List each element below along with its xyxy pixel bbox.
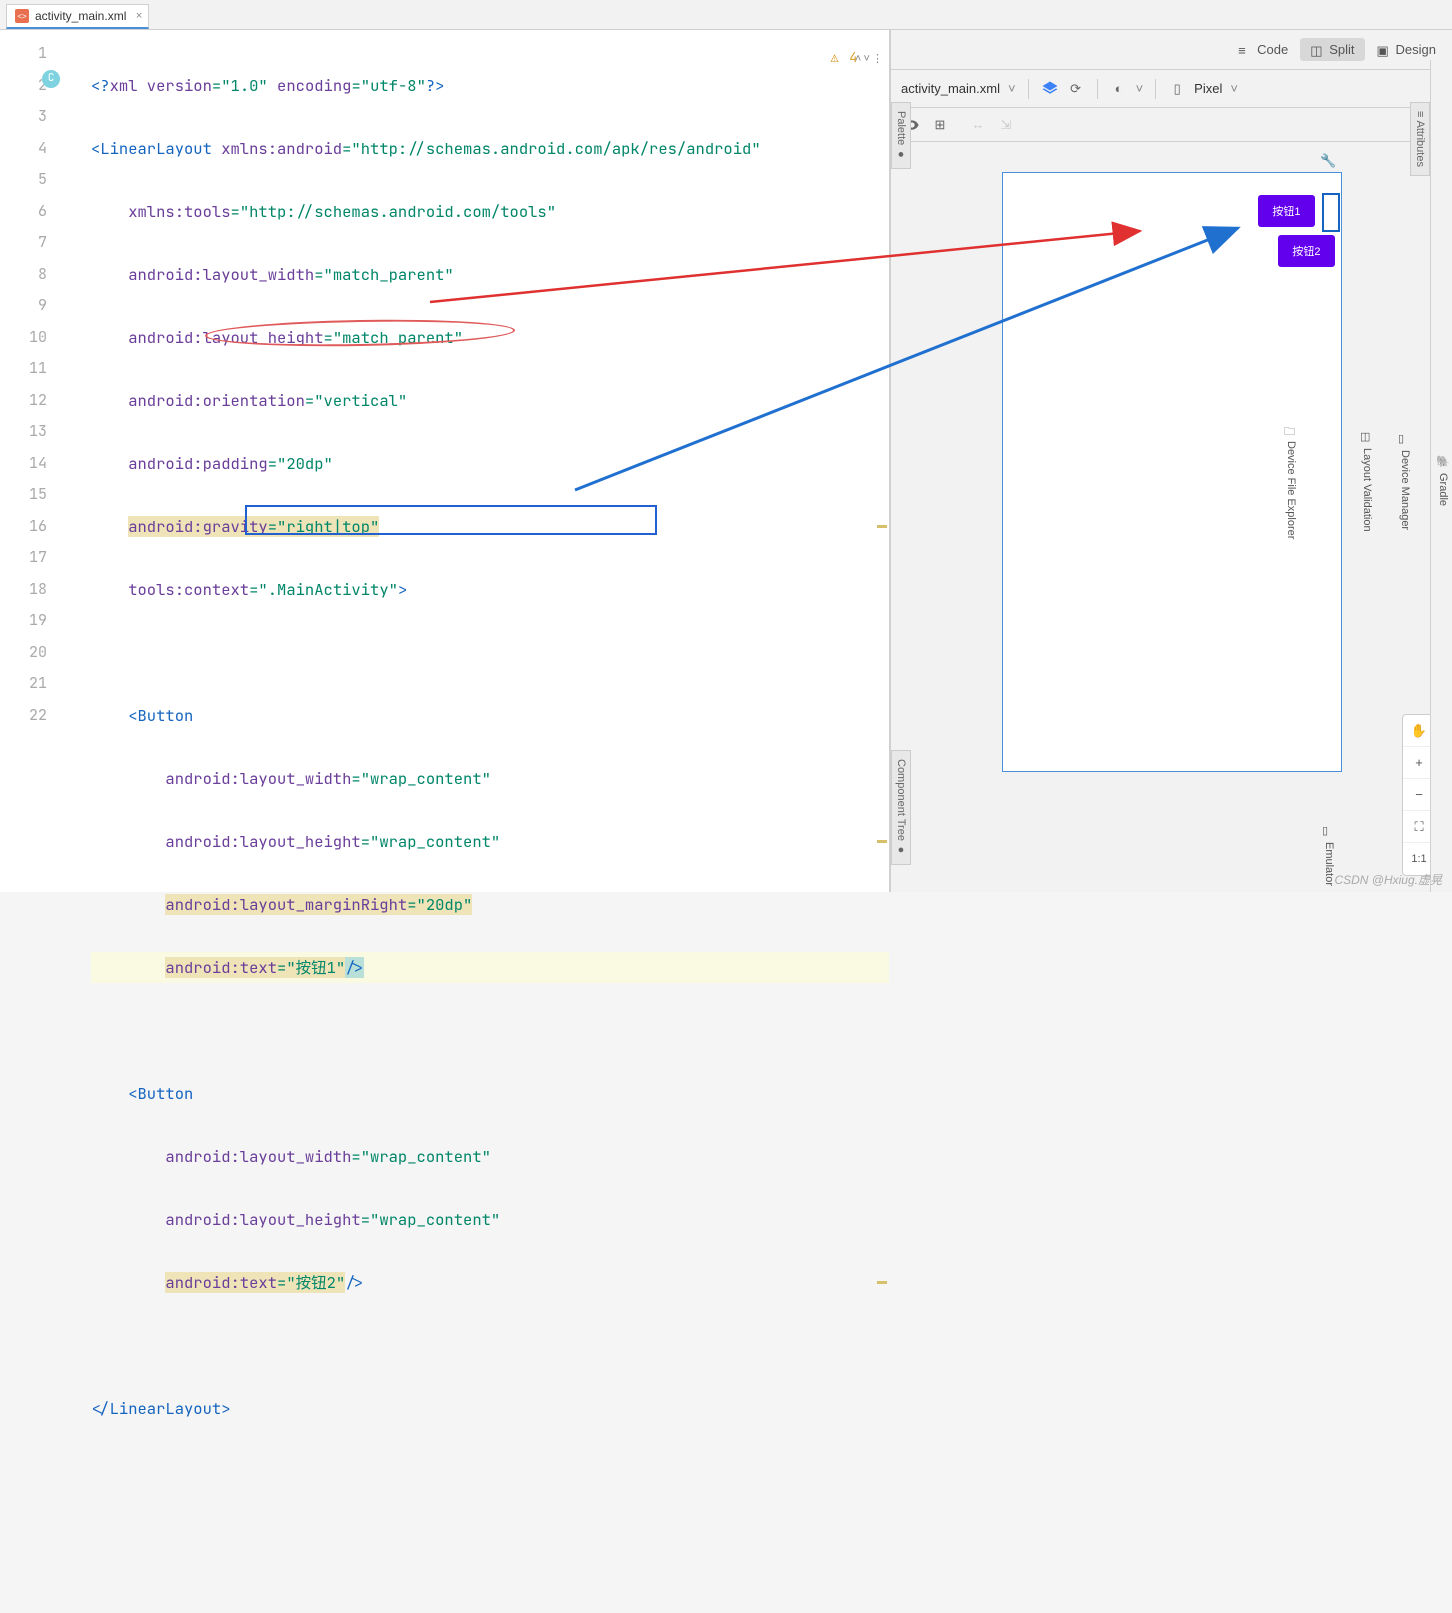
- tab-split[interactable]: ◫Split: [1300, 38, 1364, 61]
- palette-tab[interactable]: Palette ●: [891, 102, 911, 169]
- line-gutter: C 12345678910111213141516171819202122: [0, 30, 65, 892]
- wrench-icon[interactable]: 🔧: [1320, 153, 1336, 169]
- grid-icon[interactable]: ⊞: [931, 116, 949, 134]
- view-mode-tabs: ≡Code ◫Split ▣Design: [891, 30, 1452, 70]
- device-name[interactable]: Pixel: [1194, 81, 1222, 96]
- gradle-tab[interactable]: 🐘Gradle: [1434, 449, 1452, 512]
- tab-design[interactable]: ▣Design: [1367, 38, 1446, 61]
- tab-bar: <> activity_main.xml ×: [0, 0, 1452, 30]
- tab-code[interactable]: ≡Code: [1228, 38, 1298, 61]
- left-arrow-icon[interactable]: ↔: [969, 116, 987, 134]
- device-file-explorer-tab[interactable]: 🗀Device File Explorer: [1282, 417, 1300, 545]
- close-icon[interactable]: ×: [136, 10, 142, 22]
- preview-button-1[interactable]: 按钮1: [1258, 195, 1314, 227]
- right-tool-strip: 🐘Gradle ▯Device Manager ◫Layout Validati…: [1430, 60, 1452, 892]
- file-tab[interactable]: <> activity_main.xml ×: [6, 4, 149, 29]
- design-icon: ▣: [1377, 43, 1391, 57]
- author-badge[interactable]: C: [42, 70, 60, 88]
- nav-arrows[interactable]: ˄ ˅ ⋮: [855, 44, 883, 76]
- xml-file-icon: <>: [15, 9, 29, 23]
- device-icon[interactable]: ▯: [1168, 80, 1186, 98]
- component-tree-tab[interactable]: Component Tree ●: [891, 750, 911, 865]
- warning-summary[interactable]: ⚠ 4: [831, 42, 857, 74]
- expand-icon[interactable]: ⇲: [997, 116, 1015, 134]
- tab-filename: activity_main.xml: [35, 9, 126, 23]
- preview-filename[interactable]: activity_main.xml: [901, 81, 1000, 96]
- split-icon: ◫: [1310, 43, 1324, 57]
- watermark: CSDN @Hxiug.虚晃: [1334, 871, 1442, 888]
- attributes-tab[interactable]: ≡ Attributes: [1410, 102, 1430, 176]
- lines-icon: ≡: [1238, 43, 1252, 57]
- theme-icon[interactable]: ◐: [1110, 80, 1128, 98]
- margin-indicator: [1322, 193, 1340, 232]
- layers-icon[interactable]: [1041, 80, 1059, 98]
- code-content[interactable]: <?xml version="1.0" encoding="utf-8"?> <…: [85, 30, 889, 892]
- preview-toolbar: activity_main.xml˅ ⟳ ◐˅ ▯ Pixel˅ ⚠: [891, 70, 1452, 108]
- layout-validation-tab[interactable]: ◫Layout Validation: [1358, 424, 1376, 538]
- secondary-toolbar: ⊞ ↔ ⇲ ?: [891, 108, 1452, 142]
- preview-button-2[interactable]: 按钮2: [1278, 235, 1334, 267]
- device-manager-tab[interactable]: ▯Device Manager: [1396, 426, 1414, 536]
- orientation-icon[interactable]: ⟳: [1067, 80, 1085, 98]
- fold-column[interactable]: [65, 30, 85, 892]
- code-editor[interactable]: C 12345678910111213141516171819202122 <?…: [0, 30, 890, 892]
